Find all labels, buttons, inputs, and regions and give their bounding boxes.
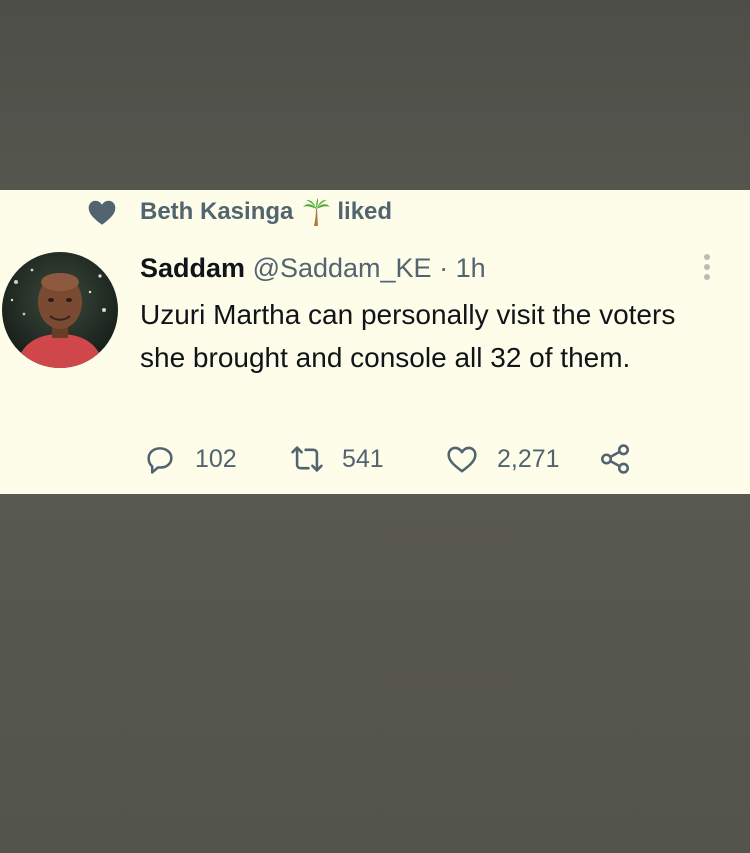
share-button[interactable] <box>598 441 632 477</box>
heart-outline-icon <box>447 446 477 473</box>
more-options-icon[interactable] <box>700 252 714 282</box>
retweet-count: 541 <box>342 444 384 473</box>
reply-count: 102 <box>195 444 237 473</box>
top-background <box>0 0 750 190</box>
social-context: Beth Kasinga liked <box>86 192 392 232</box>
retweet-icon <box>291 446 323 472</box>
heart-filled-icon <box>88 200 116 225</box>
author-name[interactable]: Saddam <box>140 253 245 283</box>
tweet-text: Uzuri Martha can personally visit the vo… <box>140 299 676 373</box>
reply-button[interactable]: 102 <box>143 441 237 477</box>
reply-icon <box>147 447 173 474</box>
share-icon <box>600 444 630 474</box>
tweet-card[interactable]: Beth Kasinga liked Saddam @Saddam_KE · 1… <box>0 190 750 494</box>
header-separator: · <box>439 253 449 283</box>
bottom-background <box>0 494 750 853</box>
liker-name[interactable]: Beth Kasinga <box>140 198 293 226</box>
avatar[interactable] <box>2 252 118 368</box>
author-handle[interactable]: @Saddam_KE <box>253 253 432 283</box>
palm-tree-icon <box>303 198 331 226</box>
avatar-photo <box>2 252 118 368</box>
tweet-actions: 102 541 2,271 <box>0 441 750 477</box>
tweet-header: Saddam @Saddam_KE · 1h <box>140 250 486 286</box>
retweet-button[interactable]: 541 <box>290 441 384 477</box>
social-action-label: liked <box>337 198 393 225</box>
tweet-timestamp[interactable]: 1h <box>456 253 486 283</box>
like-button[interactable]: 2,271 <box>445 441 560 477</box>
like-count: 2,271 <box>497 444 560 473</box>
